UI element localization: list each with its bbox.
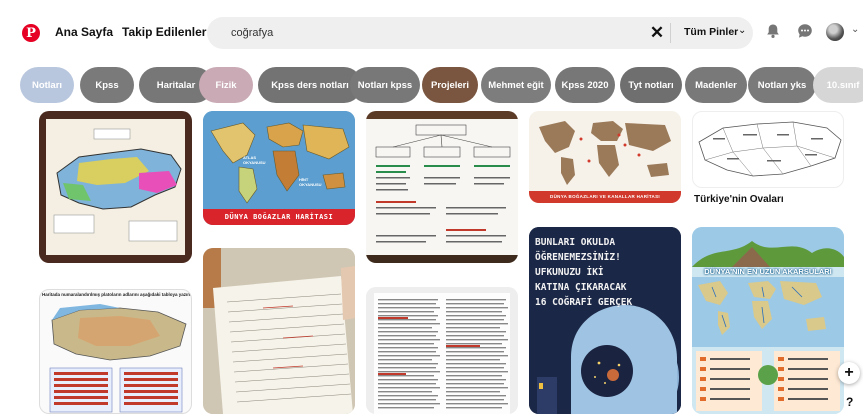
- avatar[interactable]: [826, 23, 844, 41]
- help-button[interactable]: ?: [846, 395, 853, 409]
- messages-icon[interactable]: [796, 23, 814, 41]
- chip-mehmet-egit[interactable]: Mehmet eğit: [481, 67, 551, 103]
- search-bar: ✕ Tüm Pinler ⌄: [207, 17, 753, 49]
- related-searches-chips: Notları Kpss Haritalar Fizik Kpss ders n…: [20, 67, 863, 103]
- chip-label: Kpss 2020: [561, 79, 609, 91]
- rivers-title: DÜNYA'NIN EN UZUN AKARSULARI: [704, 267, 832, 276]
- facts-line-2: ÖĞRENEMEZSİNİZ!: [535, 252, 621, 263]
- chip-label: Tyt notları: [628, 79, 674, 91]
- create-pin-button[interactable]: +: [838, 362, 860, 384]
- map-label-indian: HİNT OKYANUSU: [299, 177, 322, 187]
- flowchart-notes-illustration: [366, 111, 518, 263]
- pin-turkey-plains-map[interactable]: [692, 111, 844, 188]
- chip-kpss-2020[interactable]: Kpss 2020: [555, 67, 615, 103]
- chip-notlari-yks[interactable]: Notları yks: [748, 67, 816, 103]
- longest-rivers-illustration: [692, 227, 844, 414]
- chip-notlari-kpss[interactable]: Notları kpss: [350, 67, 420, 103]
- turkey-plains-outline-illustration: [698, 121, 842, 177]
- top-navigation-bar: P Ana Sayfa Takip Edilenler ✕ Tüm Pinler…: [0, 0, 863, 64]
- search-divider: [670, 23, 671, 43]
- chip-notlari[interactable]: Notları: [20, 67, 74, 103]
- pin-flowchart-notes[interactable]: [366, 111, 518, 263]
- pin-turkey-regions-map[interactable]: [39, 111, 192, 263]
- plateau-worksheet-header: Haritada numaralandırılmış platoların ad…: [42, 292, 191, 297]
- world-straits-title: DÜNYA BOĞAZLAR HARİTASI: [203, 209, 355, 225]
- pin-plateaus-worksheet[interactable]: Haritada numaralandırılmış platoların ad…: [39, 289, 192, 414]
- chip-label: Kpss: [95, 79, 119, 91]
- chevron-down-icon[interactable]: ⌄: [738, 25, 746, 36]
- chip-label: Projeleri: [430, 79, 470, 91]
- chip-madenler[interactable]: Madenler: [685, 67, 747, 103]
- world-canals-map-illustration: [529, 111, 681, 191]
- chip-projeleri[interactable]: Projeleri: [422, 67, 478, 103]
- chip-label: Fizik: [215, 79, 237, 91]
- map-label-atlantic: ATLAS OKYANUSU: [243, 155, 266, 165]
- chip-label: Mehmet eğit: [488, 79, 544, 91]
- clear-search-icon[interactable]: ✕: [647, 23, 667, 43]
- facts-line-3: UFKUNUZU İKİ: [535, 267, 604, 278]
- chip-kpss-ders-notlari[interactable]: Kpss ders notları: [258, 67, 362, 103]
- pin-longest-rivers-map[interactable]: DÜNYA'NIN EN UZUN AKARSULARI: [692, 227, 844, 414]
- chip-label: Notları yks: [757, 79, 807, 91]
- chip-fizik[interactable]: Fizik: [199, 67, 253, 103]
- facts-line-4: KATINA ÇIKARACAK: [535, 282, 627, 293]
- turkey-map-illustration: [46, 119, 185, 255]
- facts-line-5: 16 COĞRAFİ GERÇEK: [535, 297, 633, 308]
- small-map-caption: DÜNYA BOĞAZLARI VE KANALLAR HARİTASI: [529, 191, 681, 203]
- chip-label: Notları: [31, 79, 63, 91]
- chip-tyt-notlari[interactable]: Tyt notları: [620, 67, 682, 103]
- chip-kpss[interactable]: Kpss: [80, 67, 134, 103]
- search-input[interactable]: [231, 25, 631, 41]
- printed-notes-illustration: [366, 287, 518, 414]
- pinterest-logo-icon[interactable]: P: [22, 24, 40, 42]
- pin-world-straits-map[interactable]: ATLAS OKYANUSU HİNT OKYANUSU DÜNYA BOĞAZ…: [203, 111, 355, 225]
- chip-label: 10.sınıf: [826, 79, 860, 91]
- chip-10-sinif[interactable]: 10.sınıf: [813, 67, 863, 103]
- pin-geography-facts-poster[interactable]: BUNLARI OKULDA ÖĞRENEMEZSİNİZ! UFKUNUZU …: [529, 227, 681, 414]
- nav-home-link[interactable]: Ana Sayfa: [55, 25, 113, 39]
- account-chevron-icon[interactable]: ⌄: [851, 24, 859, 35]
- pin-printed-notes[interactable]: [366, 287, 518, 414]
- chip-label: Notları kpss: [357, 79, 413, 91]
- bell-icon[interactable]: [764, 23, 782, 41]
- chip-label: Kpss ders notları: [271, 79, 349, 91]
- nav-following-link[interactable]: Takip Edilenler: [122, 25, 206, 39]
- facts-poster-headline: BUNLARI OKULDA ÖĞRENEMEZSİNİZ! UFKUNUZU …: [535, 235, 675, 310]
- chip-label: Madenler: [695, 79, 737, 91]
- pin-world-canals-map[interactable]: DÜNYA BOĞAZLARI VE KANALLAR HARİTASI: [529, 111, 681, 203]
- notebook-photo-illustration: [203, 248, 355, 414]
- plateau-map-illustration: [49, 304, 187, 413]
- facts-line-1: BUNLARI OKULDA: [535, 237, 616, 248]
- world-straits-map-illustration: [203, 111, 355, 211]
- turkey-plains-caption[interactable]: Türkiye'nin Ovaları: [694, 194, 784, 205]
- chip-label: Haritalar: [156, 79, 196, 91]
- search-scope-dropdown[interactable]: Tüm Pinler: [684, 26, 738, 38]
- pin-handwritten-notebook[interactable]: [203, 248, 355, 414]
